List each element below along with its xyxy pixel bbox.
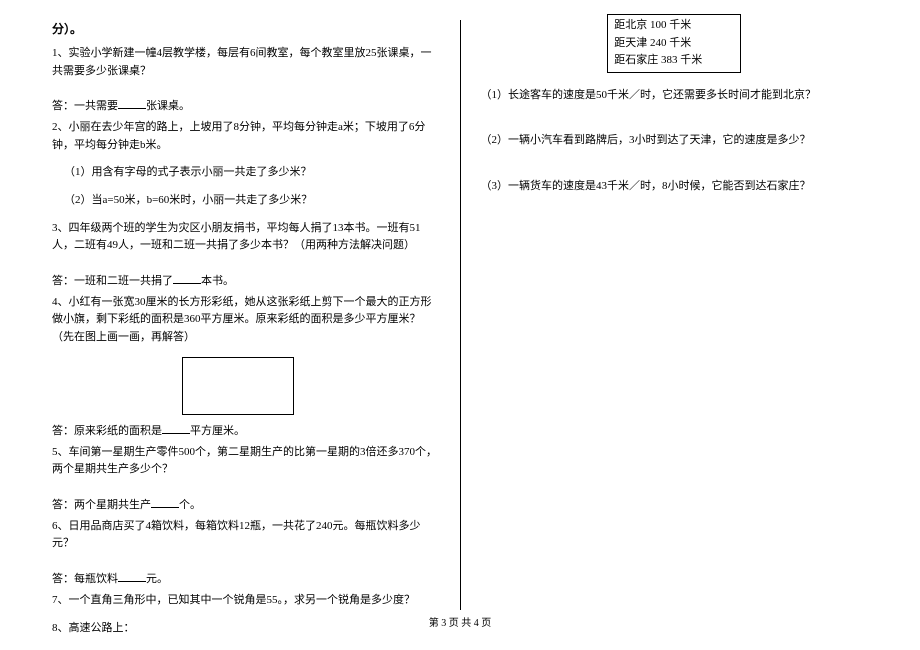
answer-1-suffix: 张课桌。 (146, 100, 190, 112)
right-q3: （3）一辆货车的速度是43千米／时，8小时候，它能否到达石家庄？ (481, 178, 869, 196)
answer-4-prefix: 答：原来彩纸的面积是 (52, 425, 162, 437)
problem-1: 1、实验小学新建一幢4层教学楼，每层有6间教室，每个教室里放25张课桌，一共需要… (52, 45, 440, 80)
sign-line-3: 距石家庄 383 千米 (614, 52, 734, 70)
answer-4: 答：原来彩纸的面积是 平方厘米。 (52, 421, 440, 438)
left-column: 分）。 1、实验小学新建一幢4层教学楼，每层有6间教室，每个教室里放25张课桌，… (40, 20, 452, 610)
answer-6: 答：每瓶饮料 元。 (52, 569, 440, 586)
problem-2: 2、小丽在去少年宫的路上，上坡用了8分钟，平均每分钟走a米；下坡用了6分钟，平均… (52, 119, 440, 154)
problem-2-1: （1）用含有字母的式子表示小丽一共走了多少米？ (64, 164, 440, 182)
column-divider (460, 20, 461, 610)
problem-3: 3、四年级两个班的学生为灾区小朋友捐书，平均每人捐了13本书。一班有51人，二班… (52, 220, 440, 255)
answer-3-suffix: 本书。 (201, 275, 234, 287)
blank (162, 421, 190, 434)
blank (118, 96, 146, 109)
blank (151, 495, 179, 508)
page: 分）。 1、实验小学新建一幢4层教学楼，每层有6间教室，每个教室里放25张课桌，… (0, 0, 920, 610)
road-sign-box: 距北京 100 千米 距天津 240 千米 距石家庄 383 千米 (607, 14, 741, 73)
right-q2: （2）一辆小汽车看到路牌后，3小时到达了天津，它的速度是多少？ (481, 132, 869, 150)
answer-1-prefix: 答：一共需要 (52, 100, 118, 112)
figure-rectangle (182, 357, 294, 415)
problem-4: 4、小红有一张宽30厘米的长方形彩纸，她从这张彩纸上剪下一个最大的正方形做小旗，… (52, 294, 440, 347)
problem-7: 7、一个直角三角形中，已知其中一个锐角是55。，求另一个锐角是多少度？ (52, 592, 440, 610)
answer-4-suffix: 平方厘米。 (190, 425, 245, 437)
problem-8: 8、高速公路上： (52, 620, 440, 638)
right-q1: （1）长途客车的速度是50千米／时，它还需要多长时间才能到北京？ (481, 87, 869, 105)
answer-5-suffix: 个。 (179, 499, 201, 511)
answer-3-prefix: 答：一班和二班一共捐了 (52, 275, 173, 287)
blank (118, 569, 146, 582)
problem-5: 5、车间第一星期生产零件500个，第二星期生产的比第一星期的3倍还多370个，两… (52, 444, 440, 479)
answer-6-suffix: 元。 (146, 573, 168, 585)
problem-6: 6、日用品商店买了4箱饮料，每箱饮料12瓶，一共花了240元。每瓶饮料多少元？ (52, 518, 440, 553)
answer-5: 答：两个星期共生产 个。 (52, 495, 440, 512)
sign-line-1: 距北京 100 千米 (614, 17, 734, 35)
section-title: 分）。 (52, 20, 440, 37)
sign-line-2: 距天津 240 千米 (614, 35, 734, 53)
answer-3: 答：一班和二班一共捐了 本书。 (52, 271, 440, 288)
answer-5-prefix: 答：两个星期共生产 (52, 499, 151, 511)
answer-1: 答：一共需要 张课桌。 (52, 96, 440, 113)
answer-6-prefix: 答：每瓶饮料 (52, 573, 118, 585)
problem-2-2: （2）当a=50米，b=60米时，小丽一共走了多少米？ (64, 192, 440, 210)
blank (173, 271, 201, 284)
right-column: 距北京 100 千米 距天津 240 千米 距石家庄 383 千米 （1）长途客… (469, 20, 881, 610)
